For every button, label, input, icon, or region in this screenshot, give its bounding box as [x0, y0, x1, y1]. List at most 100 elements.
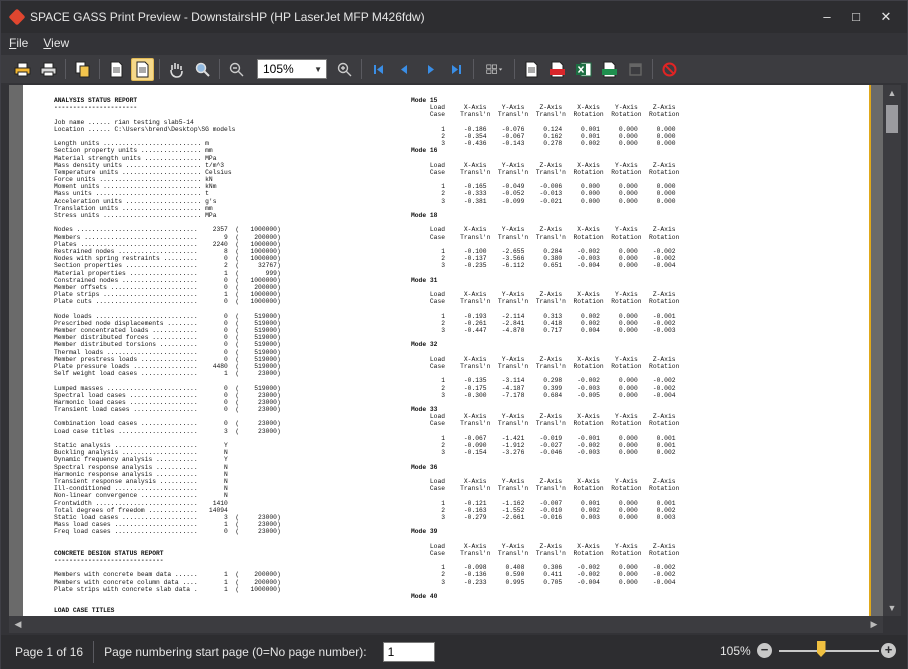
export-excel-button[interactable] [572, 58, 595, 81]
close-button[interactable]: ✕ [872, 7, 900, 27]
vertical-scroll-thumb[interactable] [886, 105, 898, 133]
zoom-in-button[interactable] [333, 58, 356, 81]
zoom-combobox[interactable]: 105% ▼ [257, 59, 327, 79]
horizontal-scrollbar[interactable]: ◀ ▶ [9, 616, 883, 633]
toolbar-separator [219, 59, 220, 79]
toolbar-separator [652, 59, 653, 79]
first-page-button[interactable] [367, 58, 390, 81]
last-page-icon [452, 64, 461, 74]
report-line [54, 535, 384, 542]
menu-file[interactable]: File [1, 36, 35, 50]
report-line: Location ...... C:\Users\brend\Desktop\S… [54, 125, 236, 133]
single-page-icon [110, 61, 123, 77]
report-line: Load X-Axis Y-Axis Z-Axis X-Axis Y-Axis … [411, 542, 676, 550]
report-line: Ill-conditioned ...................... N [54, 485, 228, 493]
report-line [411, 305, 851, 312]
report-line: Spectral response analysis ........... N [54, 463, 228, 471]
report-line: Force units ........................... … [54, 176, 213, 184]
zoom-percent: 105% [720, 644, 751, 658]
report-line: Node loads ........................... 0… [54, 312, 281, 320]
magnifier-button[interactable] [191, 58, 214, 81]
report-line: 1 -0.067 -1.421 -0.019 -0.001 0.000 0.00… [411, 434, 676, 442]
next-page-button[interactable] [419, 58, 442, 81]
report-line: Job name ...... rian testing slab5-14 [54, 118, 194, 126]
report-line [411, 456, 851, 463]
vertical-scrollbar[interactable]: ▲ ▼ [883, 85, 901, 616]
report-line: Case Transl'n Transl'n Transl'n Rotation… [411, 485, 680, 493]
print-button[interactable] [37, 58, 60, 81]
page-layout-button[interactable] [479, 58, 509, 81]
report-line [411, 492, 851, 499]
report-line: 3 -0.300 -7.178 0.684 -0.005 0.000 -0.00… [411, 391, 676, 399]
zoom-slider-track[interactable] [779, 650, 879, 652]
copy-page-button[interactable] [71, 58, 94, 81]
menu-view[interactable]: View [35, 36, 76, 50]
report-line: Mode 36 [411, 463, 438, 471]
report-line: Plate cuts ........................... 0… [54, 298, 281, 306]
print-icon [40, 62, 57, 76]
report-line: Harmonic response analysis ........... N [54, 470, 228, 478]
single-page-button[interactable] [105, 58, 128, 81]
report-line [54, 564, 384, 571]
report-line: Load X-Axis Y-Axis Z-Axis X-Axis Y-Axis … [411, 291, 676, 299]
report-line: Stress units .......................... … [54, 212, 217, 219]
report-line: Case Transl'n Transl'n Transl'n Rotation… [411, 549, 680, 557]
export-text-button[interactable] [520, 58, 543, 81]
page-layout-icon [485, 64, 502, 74]
report-line: Plate pressure loads ................. 4… [54, 362, 281, 370]
report-line: Plates ............................... 2… [54, 240, 281, 248]
scroll-left-icon[interactable]: ◀ [9, 619, 27, 630]
zoom-slider-thumb[interactable] [816, 641, 826, 657]
report-line: 2 -0.175 -4.187 0.399 -0.003 0.000 -0.00… [411, 384, 676, 392]
minimize-button[interactable]: – [813, 7, 841, 27]
report-line: 3 -0.279 -2.661 -0.016 0.003 0.000 0.003 [411, 513, 676, 521]
report-line: 2 -0.261 -2.841 0.418 0.002 0.000 -0.002 [411, 319, 676, 327]
toolbar-separator [473, 59, 474, 79]
zoom-out-button[interactable] [225, 58, 248, 81]
status-separator [93, 641, 95, 663]
report-line: Load X-Axis Y-Axis Z-Axis X-Axis Y-Axis … [411, 226, 676, 234]
stop-button[interactable] [658, 58, 681, 81]
report-line: Member distributed torsions .......... 0… [54, 341, 281, 349]
report-line: 2 -0.136 0.590 0.411 -0.002 0.000 -0.002 [411, 571, 676, 579]
report-line: 3 -0.235 -6.112 0.651 -0.004 0.000 -0.00… [411, 262, 676, 270]
page-indicator: Page 1 of 16 [15, 645, 84, 659]
scroll-down-icon[interactable]: ▼ [883, 603, 901, 613]
report-line [411, 370, 851, 377]
report-line [411, 284, 851, 291]
report-line: Thermal loads ........................ 0… [54, 348, 281, 356]
report-line: Non-linear convergence ............... N [54, 492, 228, 500]
previous-page-button[interactable] [393, 58, 416, 81]
export-excel-icon [576, 62, 592, 76]
scroll-right-icon[interactable]: ▶ [865, 619, 883, 630]
report-line: Mode 31 [411, 276, 438, 284]
toolbar-separator [361, 59, 362, 79]
report-line: Members with concrete beam data ...... 1… [54, 571, 281, 579]
scroll-up-icon[interactable]: ▲ [883, 88, 901, 98]
report-line: 1 -0.193 -2.114 0.313 0.002 0.000 -0.001 [411, 312, 676, 320]
preview-viewport[interactable]: ANALYSIS STATUS REPORT ------------------… [9, 85, 883, 616]
zoom-plus-button[interactable]: + [881, 643, 896, 658]
report-line: Case Transl'n Transl'n Transl'n Rotation… [411, 111, 680, 119]
export-pdf-button[interactable] [546, 58, 569, 81]
report-line: 1 -0.165 -0.049 -0.006 0.000 0.000 0.000 [411, 183, 676, 191]
maximize-button[interactable]: □ [842, 7, 870, 27]
preview-page: ANALYSIS STATUS REPORT ------------------… [23, 85, 871, 616]
toolbar-separator [99, 59, 100, 79]
window-button[interactable] [624, 58, 647, 81]
report-line [411, 205, 851, 212]
chevron-down-icon: ▼ [314, 64, 322, 74]
report-line: 1 -0.098 0.408 0.306 -0.002 0.000 -0.002 [411, 564, 676, 572]
report-line: Members .............................. 9… [54, 233, 281, 241]
export-csv-button[interactable] [598, 58, 621, 81]
two-page-button[interactable] [131, 57, 154, 81]
pan-tool-button[interactable] [165, 58, 188, 81]
report-line [54, 111, 384, 118]
last-page-button[interactable] [445, 58, 468, 81]
start-page-input[interactable]: 1 [382, 642, 435, 662]
report-line: Mode 33 [411, 406, 438, 414]
toolbar: 105% ▼ [1, 55, 907, 83]
report-line: 2 -0.090 -1.912 -0.027 -0.002 0.000 0.00… [411, 442, 676, 449]
zoom-minus-button[interactable]: − [757, 643, 772, 658]
print-setup-button[interactable] [11, 58, 34, 81]
